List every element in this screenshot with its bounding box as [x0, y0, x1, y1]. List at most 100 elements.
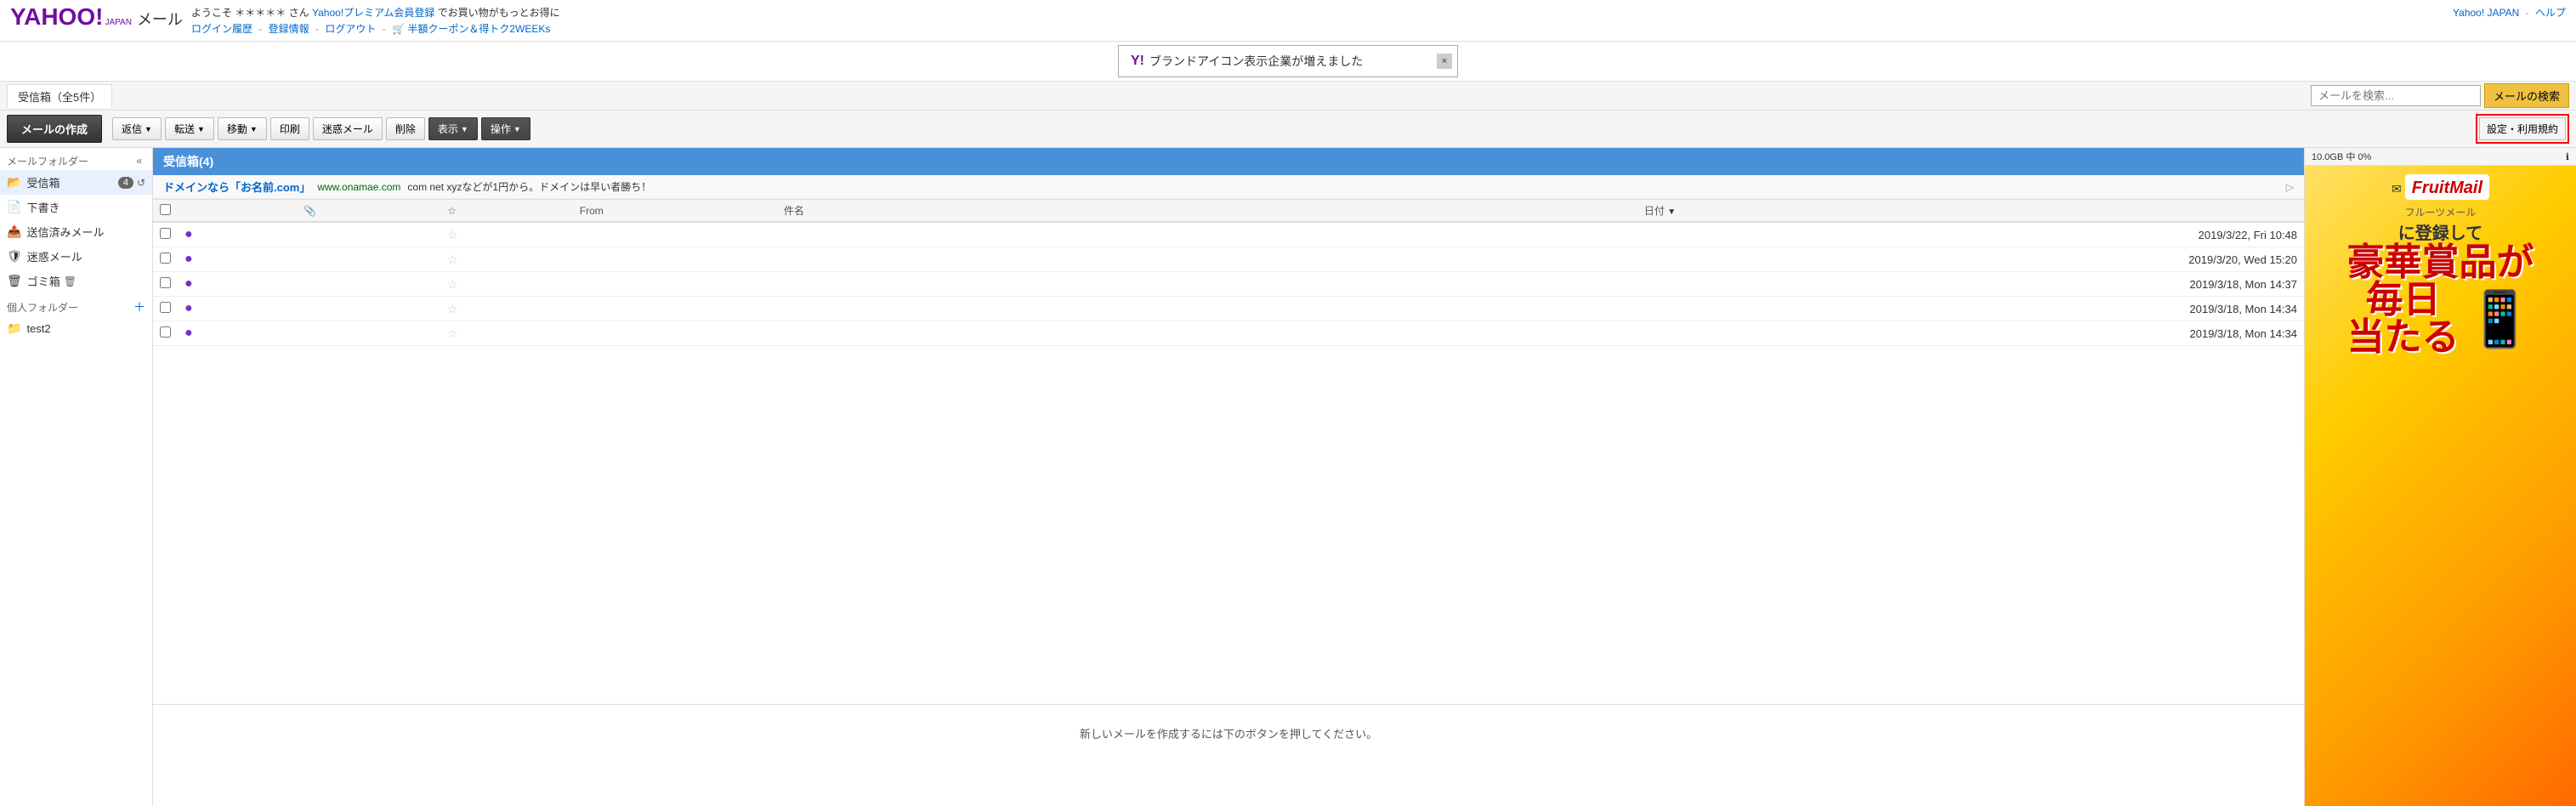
header-right: Yahoo! JAPAN - ヘルプ [2453, 5, 2566, 20]
spam-folder-icon: 🛡 [7, 249, 22, 264]
login-history-link[interactable]: ログイン履歴 [191, 23, 252, 35]
th-from[interactable]: From [573, 200, 777, 223]
row-checkbox-4[interactable] [160, 302, 171, 313]
move-button[interactable]: 移動 ▼ [218, 117, 267, 140]
sidebar-item-trash[interactable]: 🗑 ゴミ箱 🗑 [0, 269, 152, 293]
reload-icon[interactable]: ↺ [137, 177, 145, 189]
star-1[interactable]: ☆ [447, 228, 458, 241]
print-button[interactable]: 印刷 [270, 117, 309, 140]
th-clip: 📎 [297, 200, 440, 223]
from-1 [573, 222, 777, 247]
subject-2 [777, 247, 1637, 272]
envelope-icon: ✉ [2392, 182, 2402, 196]
fruitmail-text: FruitMail [2412, 179, 2482, 197]
search-button[interactable]: メールの検索 [2484, 83, 2569, 108]
table-row[interactable]: ● ☆ 2019/3/18, Mon 14:37 [153, 272, 2304, 297]
star-4[interactable]: ☆ [447, 302, 458, 315]
fruitmail-logo: FruitMail [2405, 174, 2489, 200]
action-button[interactable]: 操作 ▼ [481, 117, 531, 140]
add-folder-button[interactable]: ＋ [133, 298, 145, 315]
subject-5 [777, 321, 1637, 346]
username: ＊＊＊＊＊ [235, 7, 286, 19]
settings-button[interactable]: 設定・利用規約 [2479, 117, 2566, 140]
inbox-header: 受信箱(4) [153, 148, 2304, 175]
select-all-checkbox[interactable] [160, 204, 171, 215]
prize-line1: 豪華賞品が [2347, 244, 2534, 281]
inbox-badge: 4 [118, 177, 133, 189]
sidebar-collapse-button[interactable]: « [133, 153, 145, 168]
sidebar-item-test2[interactable]: 📁 test2 [0, 317, 152, 340]
email-table: 📎 ☆ From 件名 日付 ▼ ● ☆ 20 [153, 199, 2304, 346]
th-dot [178, 200, 297, 223]
mail-label: メール [137, 8, 183, 30]
forward-button[interactable]: 転送 ▼ [165, 117, 214, 140]
folder-section-label: メールフォルダー [7, 154, 88, 168]
row-checkbox-5[interactable] [160, 326, 171, 338]
yahoo-japan-link[interactable]: Yahoo! JAPAN [2453, 7, 2519, 19]
table-row[interactable]: ● ☆ 2019/3/18, Mon 14:34 [153, 297, 2304, 321]
date-3: 2019/3/18, Mon 14:37 [1637, 272, 2304, 297]
premium-text: でお買い物がもっとお得に [438, 7, 560, 19]
compose-button[interactable]: メールの作成 [7, 115, 102, 143]
ad-sidebar-header: 10.0GB 中 0% ℹ [2305, 148, 2576, 166]
star-2[interactable]: ☆ [447, 253, 458, 266]
sidebar-item-spam[interactable]: 🛡 迷惑メール [0, 244, 152, 269]
ad-info-icon[interactable]: ▷ [2286, 181, 2294, 193]
subject-4 [777, 297, 1637, 321]
sent-icon: 📤 [7, 224, 21, 239]
ad-domain-link[interactable]: ドメインなら「お名前.com」 [163, 179, 310, 195]
notification-close-button[interactable]: × [1437, 54, 1452, 69]
unread-dot-2: ● [184, 252, 193, 266]
search-input[interactable] [2311, 85, 2481, 106]
table-row[interactable]: ● ☆ 2019/3/20, Wed 15:20 [153, 247, 2304, 272]
table-header-row: 📎 ☆ From 件名 日付 ▼ [153, 200, 2304, 223]
delete-button[interactable]: 削除 [386, 117, 425, 140]
action-dropdown-icon: ▼ [513, 125, 521, 133]
ad-sidebar-inner: ✉ FruitMail フルーツメール に登録して 豪華賞品が 毎日 当たる 📱 [2305, 166, 2576, 806]
sidebar-item-drafts[interactable]: 📄 下書き [0, 195, 152, 219]
right-toolbar: 設定・利用規約 [2476, 114, 2569, 144]
unread-dot-5: ● [184, 326, 193, 340]
ad-text: com net xyzなどが1円から。ドメインは早い者勝ち！ [407, 179, 651, 194]
sidebar-item-sent[interactable]: 📤 送信済みメール [0, 219, 152, 244]
view-button[interactable]: 表示 ▼ [428, 117, 478, 140]
help-link[interactable]: ヘルプ [2535, 7, 2566, 19]
table-row[interactable]: ● ☆ 2019/3/18, Mon 14:34 [153, 321, 2304, 346]
trash-icon: 🗑 [7, 274, 22, 288]
spam-folder-label: 迷惑メール [27, 248, 82, 264]
header-nav: ようこそ ＊＊＊＊＊ さん Yahoo!プレミアム会員登録 でお買い物がもっとお… [183, 5, 2453, 36]
forward-label: 転送 [174, 122, 195, 136]
star-5[interactable]: ☆ [447, 326, 458, 340]
sidebar-item-inbox[interactable]: 📂 受信箱 4 ↺ [0, 170, 152, 195]
unread-dot-4: ● [184, 301, 193, 315]
logout-link[interactable]: ログアウト [325, 23, 376, 35]
personal-label: 個人フォルダー [7, 300, 78, 315]
th-subject[interactable]: 件名 [777, 200, 1637, 223]
row-checkbox-2[interactable] [160, 253, 171, 264]
th-date[interactable]: 日付 ▼ [1637, 200, 2304, 223]
row-checkbox-3[interactable] [160, 277, 171, 288]
table-row[interactable]: ● ☆ 2019/3/22, Fri 10:48 [153, 222, 2304, 247]
row-checkbox-1[interactable] [160, 228, 171, 239]
ad-info-icon2[interactable]: ℹ [2566, 151, 2569, 162]
star-3[interactable]: ☆ [447, 277, 458, 291]
coupon-link[interactable]: 半額クーポン＆得トク2WEEKs [407, 23, 550, 35]
ad-url: www.onamae.com [317, 181, 400, 193]
register-info-link[interactable]: 登録情報 [269, 23, 309, 35]
spam-button[interactable]: 迷惑メール [313, 117, 383, 140]
inbox-tab[interactable]: 受信箱（全5件） [7, 84, 112, 108]
japan-text: JAPAN [105, 18, 132, 27]
premium-link[interactable]: Yahoo!プレミアム会員登録 [312, 7, 434, 19]
reply-button[interactable]: 返信 ▼ [112, 117, 162, 140]
from-3 [573, 272, 777, 297]
from-5 [573, 321, 777, 346]
action-label: 操作 [491, 122, 511, 136]
sent-folder-label: 送信済みメール [26, 224, 104, 240]
yahoo-logo: YAHOO! [10, 5, 103, 29]
unread-dot-3: ● [184, 276, 193, 291]
print-label: 印刷 [280, 122, 300, 136]
test2-icon: 📁 [7, 321, 21, 336]
trash-empty-icon[interactable]: 🗑 [64, 275, 77, 287]
sort-icon: ▼ [1667, 207, 1676, 217]
view-label: 表示 [438, 122, 458, 136]
